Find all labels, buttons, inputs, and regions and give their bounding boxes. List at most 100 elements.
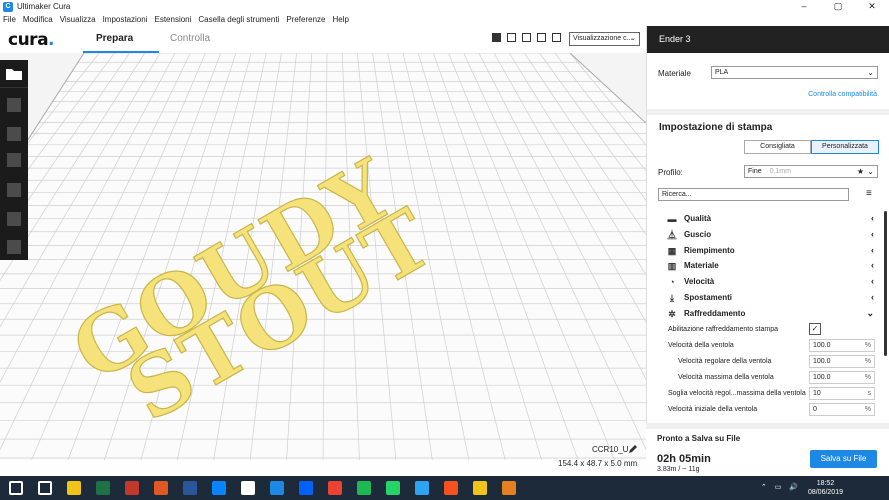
- menu-help[interactable]: Help: [332, 15, 348, 24]
- object-name: CCR10_U: [592, 445, 629, 454]
- travel-icon: ⤓: [670, 293, 674, 303]
- category-label: Spostamenti: [684, 293, 733, 302]
- category-label: Riempimento: [684, 245, 735, 255]
- category-speed[interactable]: ◔ Velocità ‹: [659, 275, 874, 289]
- menu-estensioni[interactable]: Estensioni: [154, 15, 191, 24]
- menu-visualizza[interactable]: Visualizza: [60, 15, 96, 24]
- dropbox-icon[interactable]: [328, 481, 342, 495]
- view-front-icon[interactable]: [507, 33, 516, 42]
- view-right-icon[interactable]: [552, 33, 561, 42]
- excel-icon[interactable]: [125, 481, 139, 495]
- search-icon[interactable]: [38, 481, 52, 495]
- system-tray[interactable]: ⌃ ▭ 🔊: [761, 483, 801, 491]
- view-top-icon[interactable]: [522, 33, 531, 42]
- setting-label: Abilitazione raffreddamento stampa: [668, 326, 778, 333]
- taskbar-clock[interactable]: 18:52 08/06/2019: [808, 479, 843, 497]
- build-plate-grid: GOUDY STOUT: [0, 53, 646, 460]
- menu-preferenze[interactable]: Preferenze: [286, 15, 325, 24]
- chevron-icon: ‹: [871, 276, 874, 287]
- setting-value-input[interactable]: 100.0%: [809, 339, 875, 352]
- mirror-tool-icon[interactable]: [7, 183, 21, 197]
- start-icon[interactable]: [9, 481, 23, 495]
- view-type-select[interactable]: Visualizzazione c... ⌄: [569, 32, 640, 46]
- support-blocker-icon[interactable]: [7, 240, 21, 254]
- category-label: Guscio: [684, 229, 712, 239]
- windows-taskbar: ⌃ ▭ 🔊 18:52 08/06/2019: [0, 476, 889, 500]
- custom-mode-button[interactable]: Personalizzata: [811, 140, 879, 154]
- window-title: Ultimaker Cura: [17, 2, 71, 11]
- category-label: Raffreddamento: [684, 308, 746, 318]
- close-button[interactable]: ✕: [855, 0, 889, 13]
- gift-icon[interactable]: [154, 481, 168, 495]
- category-label: Velocità: [684, 277, 715, 287]
- task-view-icon[interactable]: [67, 481, 81, 495]
- category-travel[interactable]: ⤓ Spostamenti ‹: [659, 291, 874, 305]
- title-bar: C Ultimaker Cura – ▢ ✕: [0, 0, 889, 13]
- settings-search-input[interactable]: Ricerca...: [658, 188, 849, 201]
- setting-value-input[interactable]: 100.0%: [809, 355, 875, 368]
- setting-label: Velocità massima della ventola: [678, 374, 774, 381]
- settings-scrollbar[interactable]: [884, 211, 887, 356]
- material-select[interactable]: PLA ⌄: [711, 66, 878, 79]
- setting-label: Velocità regolare della ventola: [678, 358, 772, 365]
- setting-value-input[interactable]: 100.0%: [809, 371, 875, 384]
- edge-icon[interactable]: [241, 481, 255, 495]
- view-left-icon[interactable]: [537, 33, 546, 42]
- setting-row: Soglia velocità regol...massima della ve…: [659, 387, 875, 401]
- recommended-mode-button[interactable]: Consigliata: [744, 140, 811, 154]
- settings-panel: Ender 3 Materiale PLA ⌄ Controlla compati…: [646, 26, 889, 460]
- category-infill[interactable]: ▦ Riempimento ‹: [659, 244, 874, 258]
- per-model-settings-icon[interactable]: [7, 212, 21, 226]
- print-settings-title: Impostazione di stampa: [659, 122, 773, 133]
- quality-icon: ▬: [667, 214, 677, 224]
- menu-modifica[interactable]: Modifica: [23, 15, 53, 24]
- chrome-icon[interactable]: [357, 481, 371, 495]
- setting-row: Velocità iniziale della ventola 0%: [659, 403, 875, 417]
- category-material[interactable]: ▥ Materiale ‹: [659, 259, 874, 273]
- powerpoint-icon[interactable]: [183, 481, 197, 495]
- save-to-file-button[interactable]: Salva su File: [810, 450, 877, 468]
- move-tool-icon[interactable]: [7, 98, 21, 112]
- setting-value-input[interactable]: 0%: [809, 403, 875, 416]
- view-3d-icon[interactable]: [492, 33, 501, 42]
- rotate-tool-icon[interactable]: [7, 153, 21, 167]
- profile-label: Profilo:: [658, 168, 683, 177]
- compatibility-link[interactable]: Controlla compatibilità: [808, 91, 877, 98]
- chevron-icon: ‹: [871, 292, 874, 302]
- save-status: Pronto a Salva su File: [657, 434, 741, 443]
- category-shell[interactable]: ⏅ Guscio ‹: [659, 228, 874, 242]
- maximize-button[interactable]: ▢: [821, 0, 855, 13]
- explorer-icon[interactable]: [96, 481, 110, 495]
- word-icon[interactable]: [212, 481, 226, 495]
- build-plate-viewport[interactable]: GOUDY STOUT: [0, 53, 646, 460]
- category-quality[interactable]: ▬ Qualità ‹: [659, 212, 875, 226]
- printer-selector[interactable]: Ender 3: [647, 26, 889, 53]
- whatsapp-icon[interactable]: [415, 481, 429, 495]
- cura-taskbar-icon[interactable]: [299, 481, 313, 495]
- spotify-icon[interactable]: [386, 481, 400, 495]
- category-label: Materiale: [684, 261, 719, 271]
- open-file-button[interactable]: [0, 60, 28, 88]
- settings-menu-icon[interactable]: ≡: [866, 188, 872, 199]
- star-icon[interactable]: ★: [857, 166, 864, 177]
- setting-value-input[interactable]: 10 s: [809, 387, 875, 400]
- folder-icon: [6, 69, 22, 80]
- tab-controlla[interactable]: Controlla: [170, 33, 210, 44]
- category-cooling[interactable]: ✲ Raffreddamento ⌄: [659, 307, 874, 321]
- category-label: Qualità: [684, 214, 712, 223]
- network-icon[interactable]: [444, 481, 458, 495]
- menu-casella-strumenti[interactable]: Casella degli strumenti: [198, 15, 279, 24]
- tab-prepara[interactable]: Prepara: [96, 33, 133, 44]
- edit-name-icon[interactable]: [628, 444, 638, 454]
- chevron-icon: ‹: [871, 244, 874, 255]
- scale-tool-icon[interactable]: [7, 127, 21, 141]
- setting-checkbox[interactable]: ✓: [809, 323, 821, 335]
- mail-icon[interactable]: [270, 481, 284, 495]
- profile-select[interactable]: Fine 0.1mm ★ ⌄: [744, 165, 878, 178]
- minimize-button[interactable]: –: [787, 0, 821, 13]
- menu-file[interactable]: File: [3, 15, 16, 24]
- separator: [647, 109, 889, 115]
- blender-icon[interactable]: [502, 481, 516, 495]
- menu-impostazioni[interactable]: Impostazioni: [103, 15, 148, 24]
- foxit-icon[interactable]: [473, 481, 487, 495]
